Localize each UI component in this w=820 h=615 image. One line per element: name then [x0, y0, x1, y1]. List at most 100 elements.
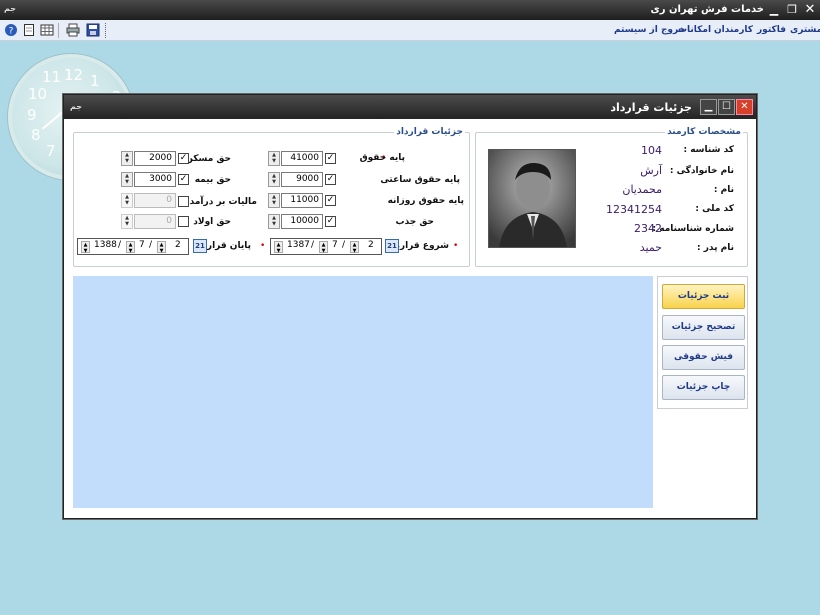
save-icon[interactable]	[86, 23, 100, 37]
menu-employees[interactable]: کارمندان	[714, 25, 753, 35]
employee-id-label: کد شناسه :	[683, 145, 734, 155]
last-name-value: آرش	[640, 164, 662, 177]
end-calendar-icon[interactable]: 21	[193, 239, 207, 253]
menu-bar: مشتری فاکتور کارمندان امکانات خروج از سی…	[0, 20, 820, 41]
day-spin-icon[interactable]: ▲ ▼	[350, 241, 359, 254]
hourly-salary-label: پایه حقوق ساعتی	[380, 175, 460, 185]
payslip-button[interactable]: فیش حقوقی	[662, 345, 745, 370]
contract-dialog: جم جزئیات قرارداد ▁ ☐ ✕ مشخصات کارمند کد…	[63, 94, 757, 519]
dialog-close-button[interactable]: ✕	[736, 99, 753, 115]
month-spin-icon[interactable]: ▲ ▼	[126, 241, 135, 254]
employee-id-value: 104	[641, 144, 662, 157]
dialog-maximize-button[interactable]: ☐	[718, 99, 735, 115]
contract-end-date[interactable]: ▲ ▼ 1388 / ▲ ▼ 7 / ▲ ▼ 2	[77, 238, 189, 255]
hourly-salary-checkbox[interactable]: ✓	[325, 174, 336, 185]
base-salary-input[interactable]: 41000	[281, 151, 323, 166]
month-spin-icon[interactable]: ▲ ▼	[319, 241, 328, 254]
clock-number: 1	[90, 72, 100, 90]
year-spin-icon[interactable]: ▲ ▼	[81, 241, 90, 254]
clock-number: 12	[64, 66, 84, 84]
clock-number: 9	[27, 106, 37, 124]
toolbar-grip	[105, 23, 106, 38]
spin-arrows: ▲ ▼	[121, 214, 133, 229]
daily-salary-input[interactable]: 11000	[281, 193, 323, 208]
minimize-button[interactable]: ▁	[767, 3, 781, 17]
housing-allowance-input[interactable]: 2000	[134, 151, 176, 166]
date-separator: /	[118, 240, 122, 250]
dialog-titlebar: جم جزئیات قرارداد ▁ ☐ ✕	[64, 95, 756, 119]
toolbar-separator	[58, 23, 59, 38]
menu-invoice[interactable]: فاکتور	[757, 25, 786, 35]
menu-exit[interactable]: خروج از سیستم	[614, 25, 685, 35]
national-id-label: کد ملی :	[695, 204, 734, 214]
restore-button[interactable]: ❐	[785, 3, 799, 17]
app-icon: جم	[4, 4, 17, 13]
insurance-allowance-checkbox[interactable]: ✓	[178, 174, 189, 185]
first-name-label: نام :	[713, 185, 734, 195]
end-day[interactable]: 2	[175, 240, 181, 250]
child-allowance-label: حق اولاد	[193, 217, 231, 227]
dialog-title: جزئیات قرارداد	[610, 101, 692, 114]
employee-photo	[488, 149, 576, 248]
birth-cert-label: شماره شناسنامه :	[652, 224, 734, 234]
edit-details-button[interactable]: تصحیح جزئیات	[662, 315, 745, 340]
menu-customer[interactable]: مشتری	[790, 25, 820, 35]
spin-arrows[interactable]: ▲ ▼	[268, 151, 280, 166]
employee-group-title: مشخصات کارمند	[665, 127, 743, 137]
date-separator: /	[149, 240, 153, 250]
date-separator: /	[342, 240, 346, 250]
contract-start-date[interactable]: ▲ ▼ 1387 / ▲ ▼ 7 / ▲ ▼ 2	[270, 238, 382, 255]
grid-icon[interactable]	[40, 23, 54, 37]
national-id-value: 12341254	[606, 203, 662, 216]
app-titlebar: جم خدمات فرش تهران ری ▁ ❐ ✕	[0, 0, 820, 20]
contract-details-group: جزئیات قرارداد • پایه حقوق ✓ ▲ ▼ 41000 پا…	[73, 127, 470, 267]
income-tax-label: مالیات بر درآمد	[189, 197, 257, 207]
start-day[interactable]: 2	[368, 240, 374, 250]
year-spin-icon[interactable]: ▲ ▼	[274, 241, 283, 254]
new-document-icon[interactable]	[22, 23, 36, 37]
insurance-allowance-label: حق بیمه	[194, 175, 231, 185]
spin-arrows: ▲ ▼	[121, 193, 133, 208]
daily-salary-checkbox[interactable]: ✓	[325, 195, 336, 206]
recruitment-allowance-checkbox[interactable]: ✓	[325, 216, 336, 227]
birth-cert-value: 2342	[634, 222, 662, 235]
start-year[interactable]: 1387	[287, 240, 310, 250]
spin-arrows[interactable]: ▲ ▼	[268, 193, 280, 208]
start-month[interactable]: 7	[332, 240, 338, 250]
save-details-button[interactable]: ثبت جزئیات	[662, 284, 745, 309]
close-button[interactable]: ✕	[803, 3, 817, 17]
help-icon[interactable]: ?	[4, 23, 18, 37]
last-name-label: نام خانوادگی :	[669, 166, 734, 176]
income-tax-checkbox[interactable]	[178, 196, 189, 207]
end-year[interactable]: 1388	[94, 240, 117, 250]
recruitment-allowance-label: حق جذب	[395, 217, 434, 227]
required-marker: •	[260, 241, 266, 251]
spin-arrows[interactable]: ▲ ▼	[268, 214, 280, 229]
start-calendar-icon[interactable]: 21	[385, 239, 399, 253]
clock-number: 10	[28, 85, 48, 103]
print-details-button[interactable]: چاپ جزئیات	[662, 375, 745, 400]
child-allowance-checkbox[interactable]	[178, 216, 189, 227]
spin-arrows[interactable]: ▲ ▼	[121, 172, 133, 187]
housing-allowance-checkbox[interactable]: ✓	[178, 153, 189, 164]
base-salary-checkbox[interactable]: ✓	[325, 153, 336, 164]
day-spin-icon[interactable]: ▲ ▼	[157, 241, 166, 254]
employee-info-group: مشخصات کارمند کد شناسه : 104 نام خانوادگ…	[475, 127, 748, 267]
hourly-salary-input[interactable]: 9000	[281, 172, 323, 187]
dialog-minimize-button[interactable]: ▁	[700, 99, 717, 115]
clock-number: 8	[31, 126, 41, 144]
first-name-value: محمدیان	[622, 183, 662, 196]
action-button-panel: ثبت جزئیات تصحیح جزئیات فیش حقوقی چاپ جز…	[657, 276, 748, 409]
spin-arrows[interactable]: ▲ ▼	[268, 172, 280, 187]
base-salary-label: پایه حقوق	[359, 153, 405, 163]
end-month[interactable]: 7	[139, 240, 145, 250]
spin-arrows[interactable]: ▲ ▼	[121, 151, 133, 166]
insurance-allowance-input[interactable]: 3000	[134, 172, 176, 187]
child-allowance-input: 0	[134, 214, 176, 229]
daily-salary-label: پایه حقوق روزانه	[387, 196, 464, 206]
clock-number: 7	[46, 142, 56, 160]
recruitment-allowance-input[interactable]: 10000	[281, 214, 323, 229]
print-icon[interactable]	[66, 23, 80, 37]
details-list-panel[interactable]	[73, 276, 653, 508]
date-separator: /	[311, 240, 315, 250]
